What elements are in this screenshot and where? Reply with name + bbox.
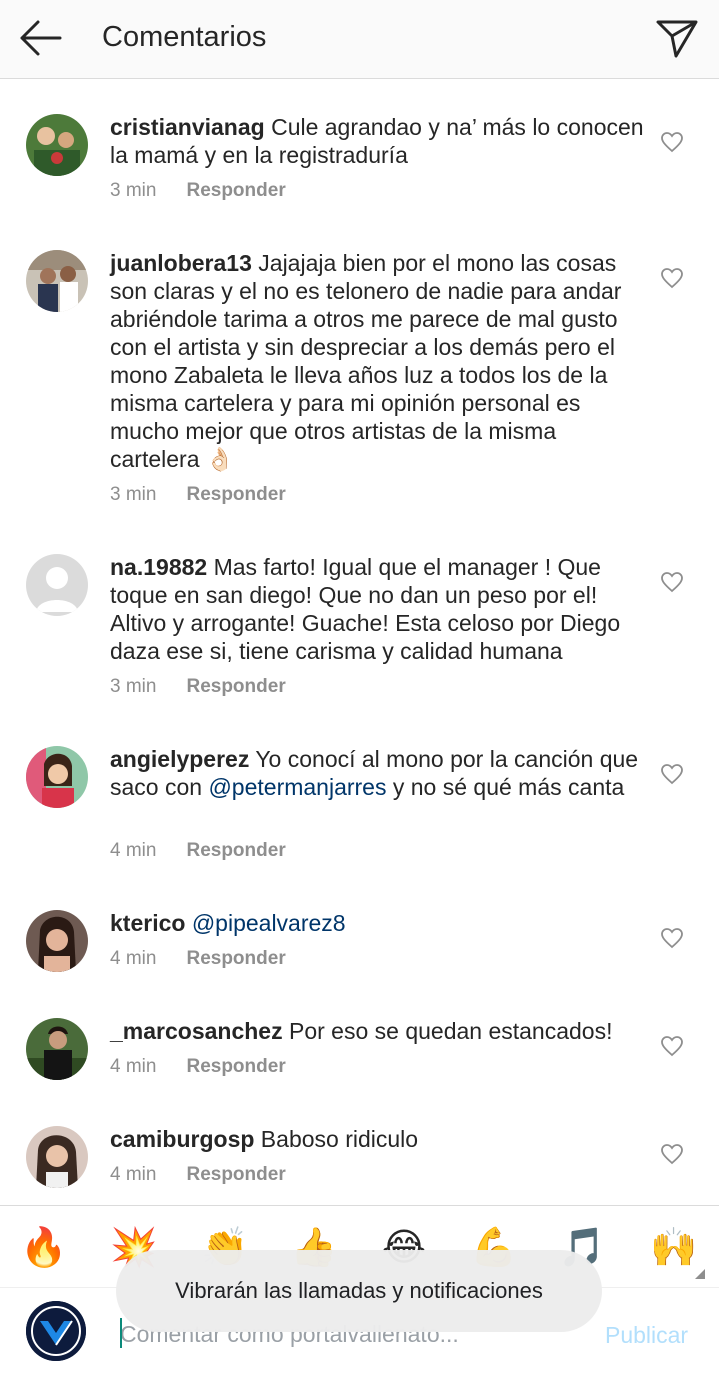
heart-icon[interactable] [660,927,684,949]
comment-body: Baboso ridiculo [254,1126,419,1152]
avatar-default[interactable] [26,554,88,616]
comment-time: 3 min [110,180,157,201]
heart-icon[interactable] [660,267,684,289]
heart-icon[interactable] [660,1035,684,1057]
fire-emoji-button[interactable]: 🔥 [20,1226,68,1270]
avatar[interactable] [26,1126,88,1188]
heart-icon[interactable] [660,763,684,785]
comment-text: angielyperez Yo conocí al mono por la ca… [110,745,648,801]
comment-meta: 3 min Responder [110,676,286,698]
comment-text: cristianvianag Cule agrandao y na’ más l… [110,113,648,169]
comment-meta: 4 min Responder [110,1164,286,1186]
heart-icon[interactable] [660,131,684,153]
reply-button[interactable]: Responder [186,180,285,201]
comment-meta: 4 min Responder [110,840,286,862]
comment-body: Jajajaja bien por el mono las cosas son … [110,250,622,472]
text-caret [120,1318,122,1348]
comments-list[interactable]: cristianvianag Cule agrandao y na’ más l… [0,80,719,1205]
comment-username[interactable]: kterico [110,910,185,936]
heart-icon[interactable] [660,571,684,593]
comment-username[interactable]: juanlobera13 [110,250,252,276]
paper-plane-icon [656,20,698,58]
comment-time: 4 min [110,948,157,969]
comment-username[interactable]: _marcosanchez [110,1018,283,1044]
page-title: Comentarios [102,21,267,53]
top-bar: Comentarios [0,0,719,79]
reply-button[interactable]: Responder [186,1164,285,1185]
comment-body: y no sé qué más canta [386,774,625,800]
reply-button[interactable]: Responder [186,1056,285,1077]
back-button[interactable] [16,18,64,58]
toast-text: Vibrarán las llamadas y notificaciones [175,1278,543,1303]
comment-time: 3 min [110,484,157,505]
comment-meta: 4 min Responder [110,1056,286,1078]
expand-corner-icon [695,1269,705,1279]
reply-button[interactable]: Responder [186,484,285,505]
comment-time: 4 min [110,1164,157,1185]
heart-icon[interactable] [660,1143,684,1165]
avatar[interactable] [26,910,88,972]
comment-text: camiburgosp Baboso ridiculo [110,1125,648,1153]
comment-time: 4 min [110,840,157,861]
mention-link[interactable]: @pipealvarez8 [192,910,346,936]
avatar[interactable] [26,250,88,312]
mention-link[interactable]: @petermanjarres [208,774,386,800]
system-toast: Vibrarán las llamadas y notificaciones [116,1250,602,1332]
comment-meta: 3 min Responder [110,484,286,506]
avatar[interactable] [26,114,88,176]
arrow-left-icon [20,20,62,56]
comment-username[interactable]: angielyperez [110,746,249,772]
comment-meta: 4 min Responder [110,948,286,970]
current-user-avatar [26,1301,86,1361]
comment-time: 4 min [110,1056,157,1077]
comment-username[interactable]: camiburgosp [110,1126,254,1152]
comment-body: Por eso se quedan estancados! [282,1018,613,1044]
reply-button[interactable]: Responder [186,948,285,969]
share-button[interactable] [654,16,700,60]
comment-username[interactable]: na.19882 [110,554,207,580]
comment-text: kterico @pipealvarez8 [110,909,648,937]
comment-meta: 3 min Responder [110,180,286,202]
comment-text: _marcosanchez Por eso se quedan estancad… [110,1017,648,1045]
comment-time: 3 min [110,676,157,697]
publish-button[interactable]: Publicar [605,1322,688,1349]
avatar[interactable] [26,746,88,808]
avatar[interactable] [26,1018,88,1080]
comment-text: na.19882 Mas farto! Igual que el manager… [110,553,648,665]
reply-button[interactable]: Responder [186,840,285,861]
comment-text: juanlobera13 Jajajaja bien por el mono l… [110,249,648,473]
raised-hands-emoji-button[interactable]: 🙌 [650,1226,698,1270]
reply-button[interactable]: Responder [186,676,285,697]
comment-username[interactable]: cristianvianag [110,114,265,140]
